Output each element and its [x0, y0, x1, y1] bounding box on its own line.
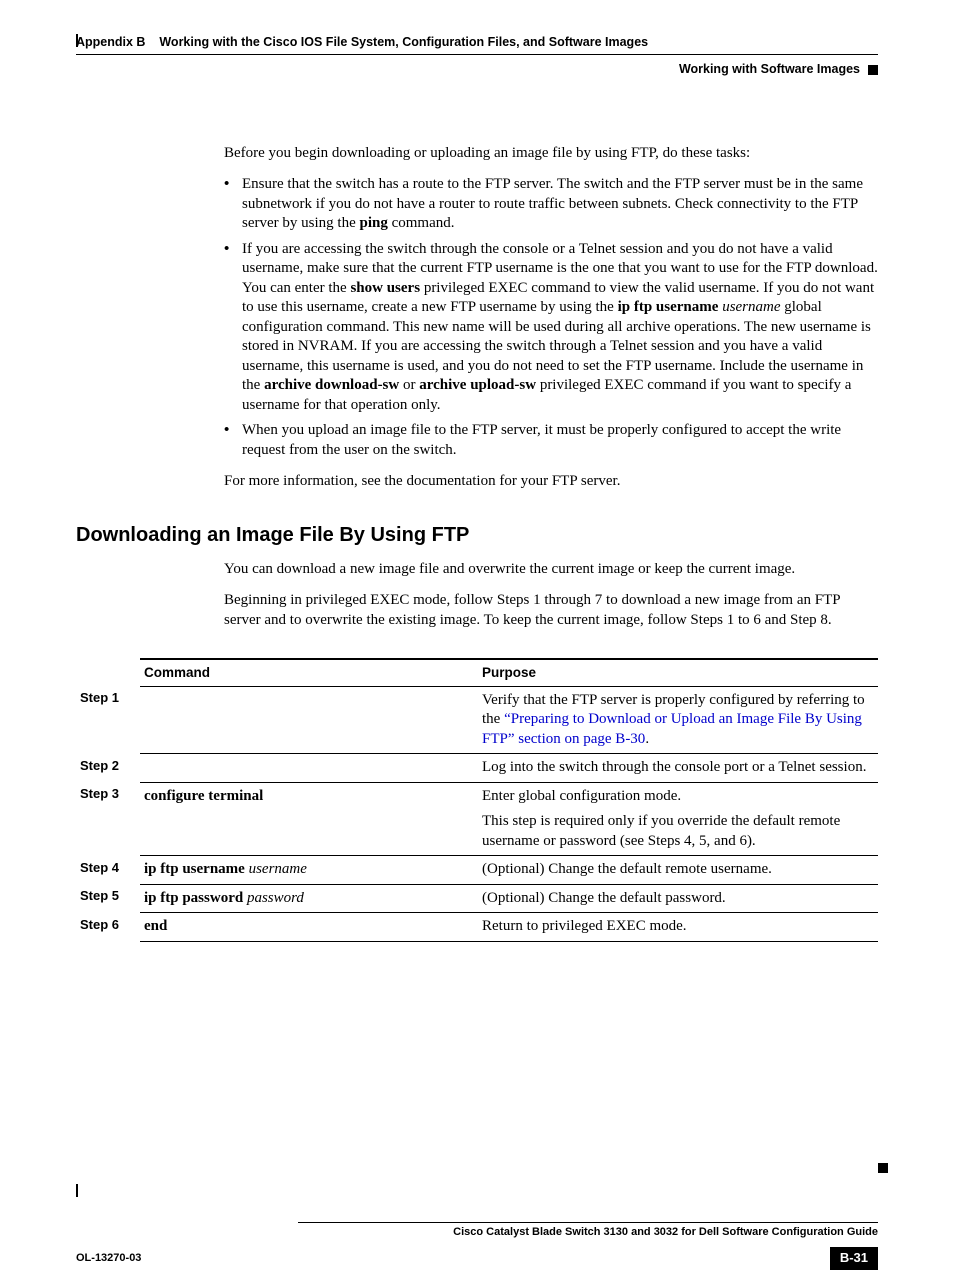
purpose-cell: Enter global configuration mode. This st…: [478, 782, 878, 856]
footer-guide-title: Cisco Catalyst Blade Switch 3130 and 303…: [76, 1225, 878, 1239]
purpose-cell: (Optional) Change the default password.: [478, 884, 878, 913]
col-purpose: Purpose: [478, 659, 878, 686]
purpose-cell: Log into the switch through the console …: [478, 754, 878, 783]
step-label: Step 3: [76, 782, 140, 856]
command-cell: ip ftp username username: [140, 856, 478, 885]
section-paragraph: Beginning in privileged EXEC mode, follo…: [224, 591, 878, 630]
step-label: Step 4: [76, 856, 140, 885]
purpose-cell: Return to privileged EXEC mode.: [478, 913, 878, 942]
purpose-cell: (Optional) Change the default remote use…: [478, 856, 878, 885]
command-cell: ip ftp password password: [140, 884, 478, 913]
bullet-item: Ensure that the switch has a route to th…: [224, 175, 878, 234]
step-label: Step 5: [76, 884, 140, 913]
command-cell: end: [140, 913, 478, 942]
purpose-cell: Verify that the FTP server is properly c…: [478, 686, 878, 754]
section-heading: Downloading an Image File By Using FTP: [76, 522, 878, 548]
bullet-item: If you are accessing the switch through …: [224, 240, 878, 416]
closing-paragraph: For more information, see the documentat…: [224, 472, 878, 492]
command-cell: [140, 754, 478, 783]
footer-ol-number: OL-13270-03: [76, 1251, 141, 1265]
section-header: Working with Software Images: [76, 61, 878, 77]
chapter-title: Working with the Cisco IOS File System, …: [159, 35, 648, 49]
command-cell: [140, 686, 478, 754]
step-label: Step 2: [76, 754, 140, 783]
running-header: Appendix B Working with the Cisco IOS Fi…: [76, 34, 878, 50]
bullet-item: When you upload an image file to the FTP…: [224, 421, 878, 460]
command-cell: configure terminal: [140, 782, 478, 856]
section-paragraph: You can download a new image file and ov…: [224, 560, 878, 580]
step-label: Step 6: [76, 913, 140, 942]
steps-table: Command Purpose Step 1 Verify that the F…: [76, 658, 878, 942]
col-command: Command: [140, 659, 478, 686]
xref-link[interactable]: “Preparing to Download or Upload an Imag…: [482, 711, 862, 747]
page-number: B-31: [830, 1247, 878, 1270]
appendix-label: Appendix B: [76, 35, 145, 49]
intro-paragraph: Before you begin downloading or uploadin…: [224, 144, 878, 164]
step-label: Step 1: [76, 686, 140, 754]
task-list: Ensure that the switch has a route to th…: [224, 175, 878, 460]
